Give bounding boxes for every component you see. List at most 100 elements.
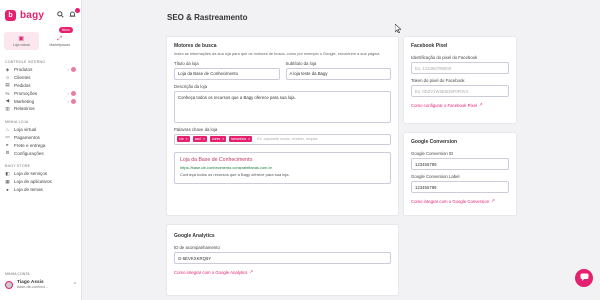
external-link-icon: ↗ <box>491 198 495 203</box>
sidebar-item-label: Pagamentos <box>14 134 40 140</box>
sidebar-item-loja-servicos[interactable]: ◧ Loja de serviços <box>0 170 81 178</box>
cursor-icon <box>394 23 402 35</box>
tile-marketplaces[interactable]: Novo ⤢ Marketplaces <box>43 27 78 50</box>
search-preview: Loja da Base de Conhecimento https://bas… <box>174 151 391 184</box>
google-conversion-card: Google Conversion Google Conversion ID 1… <box>403 132 517 216</box>
pixel-token-input[interactable]: Ex: 0D2V1W2E5D6F0F0V4 <box>411 85 509 97</box>
sidebar-item-clientes[interactable]: ☺ Clientes <box>0 74 81 82</box>
sidebar-item-label: Loja virtual <box>14 127 37 133</box>
store-description-textarea[interactable]: Conheça todos os recursos que a Bagy ofe… <box>174 90 391 123</box>
sidebar: b bagy ▣ Loja virtual Novo ⤢ Marketplace… <box>0 0 82 300</box>
keyword-tag[interactable]: tamanhos × <box>229 136 253 142</box>
notification-dot <box>75 7 80 13</box>
preview-title: Loja da Base de Conhecimento <box>180 156 253 163</box>
store-subtitle-input[interactable]: A loja teste da Bagy <box>285 67 391 80</box>
conversion-label-input[interactable]: 123456789 <box>411 181 509 193</box>
sidebar-item-label: Marketing <box>14 98 35 104</box>
apps-icon: ▦ <box>5 178 10 184</box>
store-description-label: Descrição da loja <box>174 83 207 89</box>
keywords-input[interactable]: cor × azul × cores × tamanhos × Ex: capacete… <box>174 133 391 145</box>
chart-icon: ▥ <box>5 105 10 111</box>
tracking-id-input[interactable]: G-6EVKXKRQ6Y <box>174 252 391 264</box>
close-icon[interactable]: × <box>186 137 188 141</box>
keyword-tag[interactable]: cores × <box>209 136 227 142</box>
pixel-id-label: Identificação do pixel do Facebook <box>411 55 478 60</box>
chevron-right-icon: › <box>67 67 69 73</box>
close-icon[interactable]: × <box>222 137 224 141</box>
search-icon[interactable] <box>57 10 64 20</box>
sidebar-item-label: Configurações <box>14 150 44 156</box>
store-title-input[interactable]: Loja da Base de Conhecimento <box>174 67 280 80</box>
chat-button[interactable] <box>575 269 593 287</box>
cart-icon: ▤ <box>5 82 10 88</box>
google-analytics-help-link[interactable]: Como integrar com o Google Analytics ↗ <box>174 269 391 275</box>
sidebar-item-pagamentos[interactable]: ▭ Pagamentos <box>0 134 81 142</box>
sidebar-item-marketing[interactable]: ◀ Marketing › <box>0 97 81 105</box>
conversion-id-label: Google Conversion ID <box>411 151 454 156</box>
sidebar-item-produtos[interactable]: ◈ Produtos › <box>0 66 81 74</box>
google-conversion-help-link[interactable]: Como integrar com o Google Conversion ↗ <box>411 198 509 204</box>
keyword-tag[interactable]: azul × <box>192 136 207 142</box>
section-control-title: Controle interno <box>5 60 46 64</box>
sidebar-item-loja-temas[interactable]: ● Loja de temas <box>0 186 81 194</box>
status-dot <box>71 67 76 73</box>
keyword-text: tamanhos <box>231 137 247 141</box>
brand-logo[interactable]: bagy <box>20 10 44 21</box>
status-dot <box>71 90 76 96</box>
card-icon: ▭ <box>5 134 10 140</box>
card-title: Google Conversion <box>411 139 458 145</box>
sidebar-item-promocoes[interactable]: % Promoções › <box>0 89 81 97</box>
status-dot <box>71 98 76 104</box>
gear-icon: ⚙ <box>5 150 10 156</box>
bell-icon[interactable] <box>69 7 80 20</box>
palette-icon: ● <box>6 186 9 192</box>
chevron-up-icon: ⌃ <box>72 281 77 288</box>
tag-icon: ◈ <box>5 66 10 72</box>
pixel-token-label: Token do pixel do Facebook <box>411 78 465 83</box>
card-title: Facebook Pixel <box>411 43 448 49</box>
conversion-id-input[interactable]: 123456789 <box>411 158 509 170</box>
keyword-text: azul <box>194 137 201 141</box>
facebook-pixel-help-link[interactable]: Como configurar o Facebook Pixel ↗ <box>411 102 509 108</box>
store-subtitle-label: Subtítulo da loja <box>285 60 317 66</box>
sidebar-item-pedidos[interactable]: ▤ Pedidos <box>0 82 81 90</box>
sidebar-item-label: Frete e entrega <box>14 142 46 148</box>
chevron-right-icon: › <box>67 90 69 96</box>
percent-icon: % <box>5 90 10 96</box>
sidebar-item-relatorios[interactable]: ▥ Relatórios <box>0 105 81 113</box>
preview-url: https://base-de-conhecimento.comprafeita… <box>180 164 272 170</box>
google-analytics-card: Google Analytics ID de acompanhamento G-… <box>166 224 399 296</box>
page-title: SEO & Rastreamento <box>167 13 248 22</box>
avatar <box>5 280 13 289</box>
sidebar-item-configuracoes[interactable]: ⚙ Configurações <box>0 149 81 157</box>
facebook-pixel-card: Facebook Pixel Identificação do pixel do… <box>403 36 517 124</box>
logo-icon[interactable]: b <box>5 9 16 21</box>
conversion-label-label: Google Conversion Label <box>411 174 460 179</box>
card-title: Google Analytics <box>174 233 215 239</box>
pixel-id-input[interactable]: Ex: 123456789000 <box>411 62 509 74</box>
users-icon: ☺ <box>5 75 10 81</box>
account-store: base-de-conheci... <box>17 285 49 289</box>
keywords-placeholder: Ex: capacete moda, vestido, roupas <box>257 137 318 141</box>
sidebar-item-loja-virtual[interactable]: ⌂ Loja virtual <box>0 126 81 134</box>
card-title: Motores de busca <box>174 43 217 49</box>
external-link-icon: ↗ <box>478 102 483 107</box>
tile-loja-virtual[interactable]: ▣ Loja virtual <box>4 32 39 50</box>
sidebar-item-label: Loja de aplicativos <box>14 179 52 185</box>
search-engines-card: Motores de busca Insira as informações d… <box>166 36 399 216</box>
sidebar-item-label: Relatórios <box>14 106 35 112</box>
keyword-text: cor <box>179 137 184 141</box>
sidebar-item-label: Loja de serviços <box>14 171 48 177</box>
sidebar-item-frete[interactable]: ▸ Frete e entrega <box>0 141 81 149</box>
link-text: Como integrar com o Google Analytics <box>174 269 248 275</box>
close-icon[interactable]: × <box>248 137 250 141</box>
marketplace-icon: ⤢ <box>57 35 63 42</box>
store-icon: ▣ <box>18 35 25 42</box>
keyword-tag[interactable]: cor × <box>177 136 190 142</box>
sidebar-item-loja-aplicativos[interactable]: ▦ Loja de aplicativos <box>0 178 81 186</box>
account-section: Minha conta Tiago Assis base-de-conheci.… <box>0 268 82 300</box>
account-switcher[interactable]: Tiago Assis base-de-conheci... ⌃ <box>5 280 77 289</box>
bag-icon: ◧ <box>5 170 10 176</box>
sidebar-item-label: Pedidos <box>14 82 31 88</box>
close-icon[interactable]: × <box>203 137 205 141</box>
